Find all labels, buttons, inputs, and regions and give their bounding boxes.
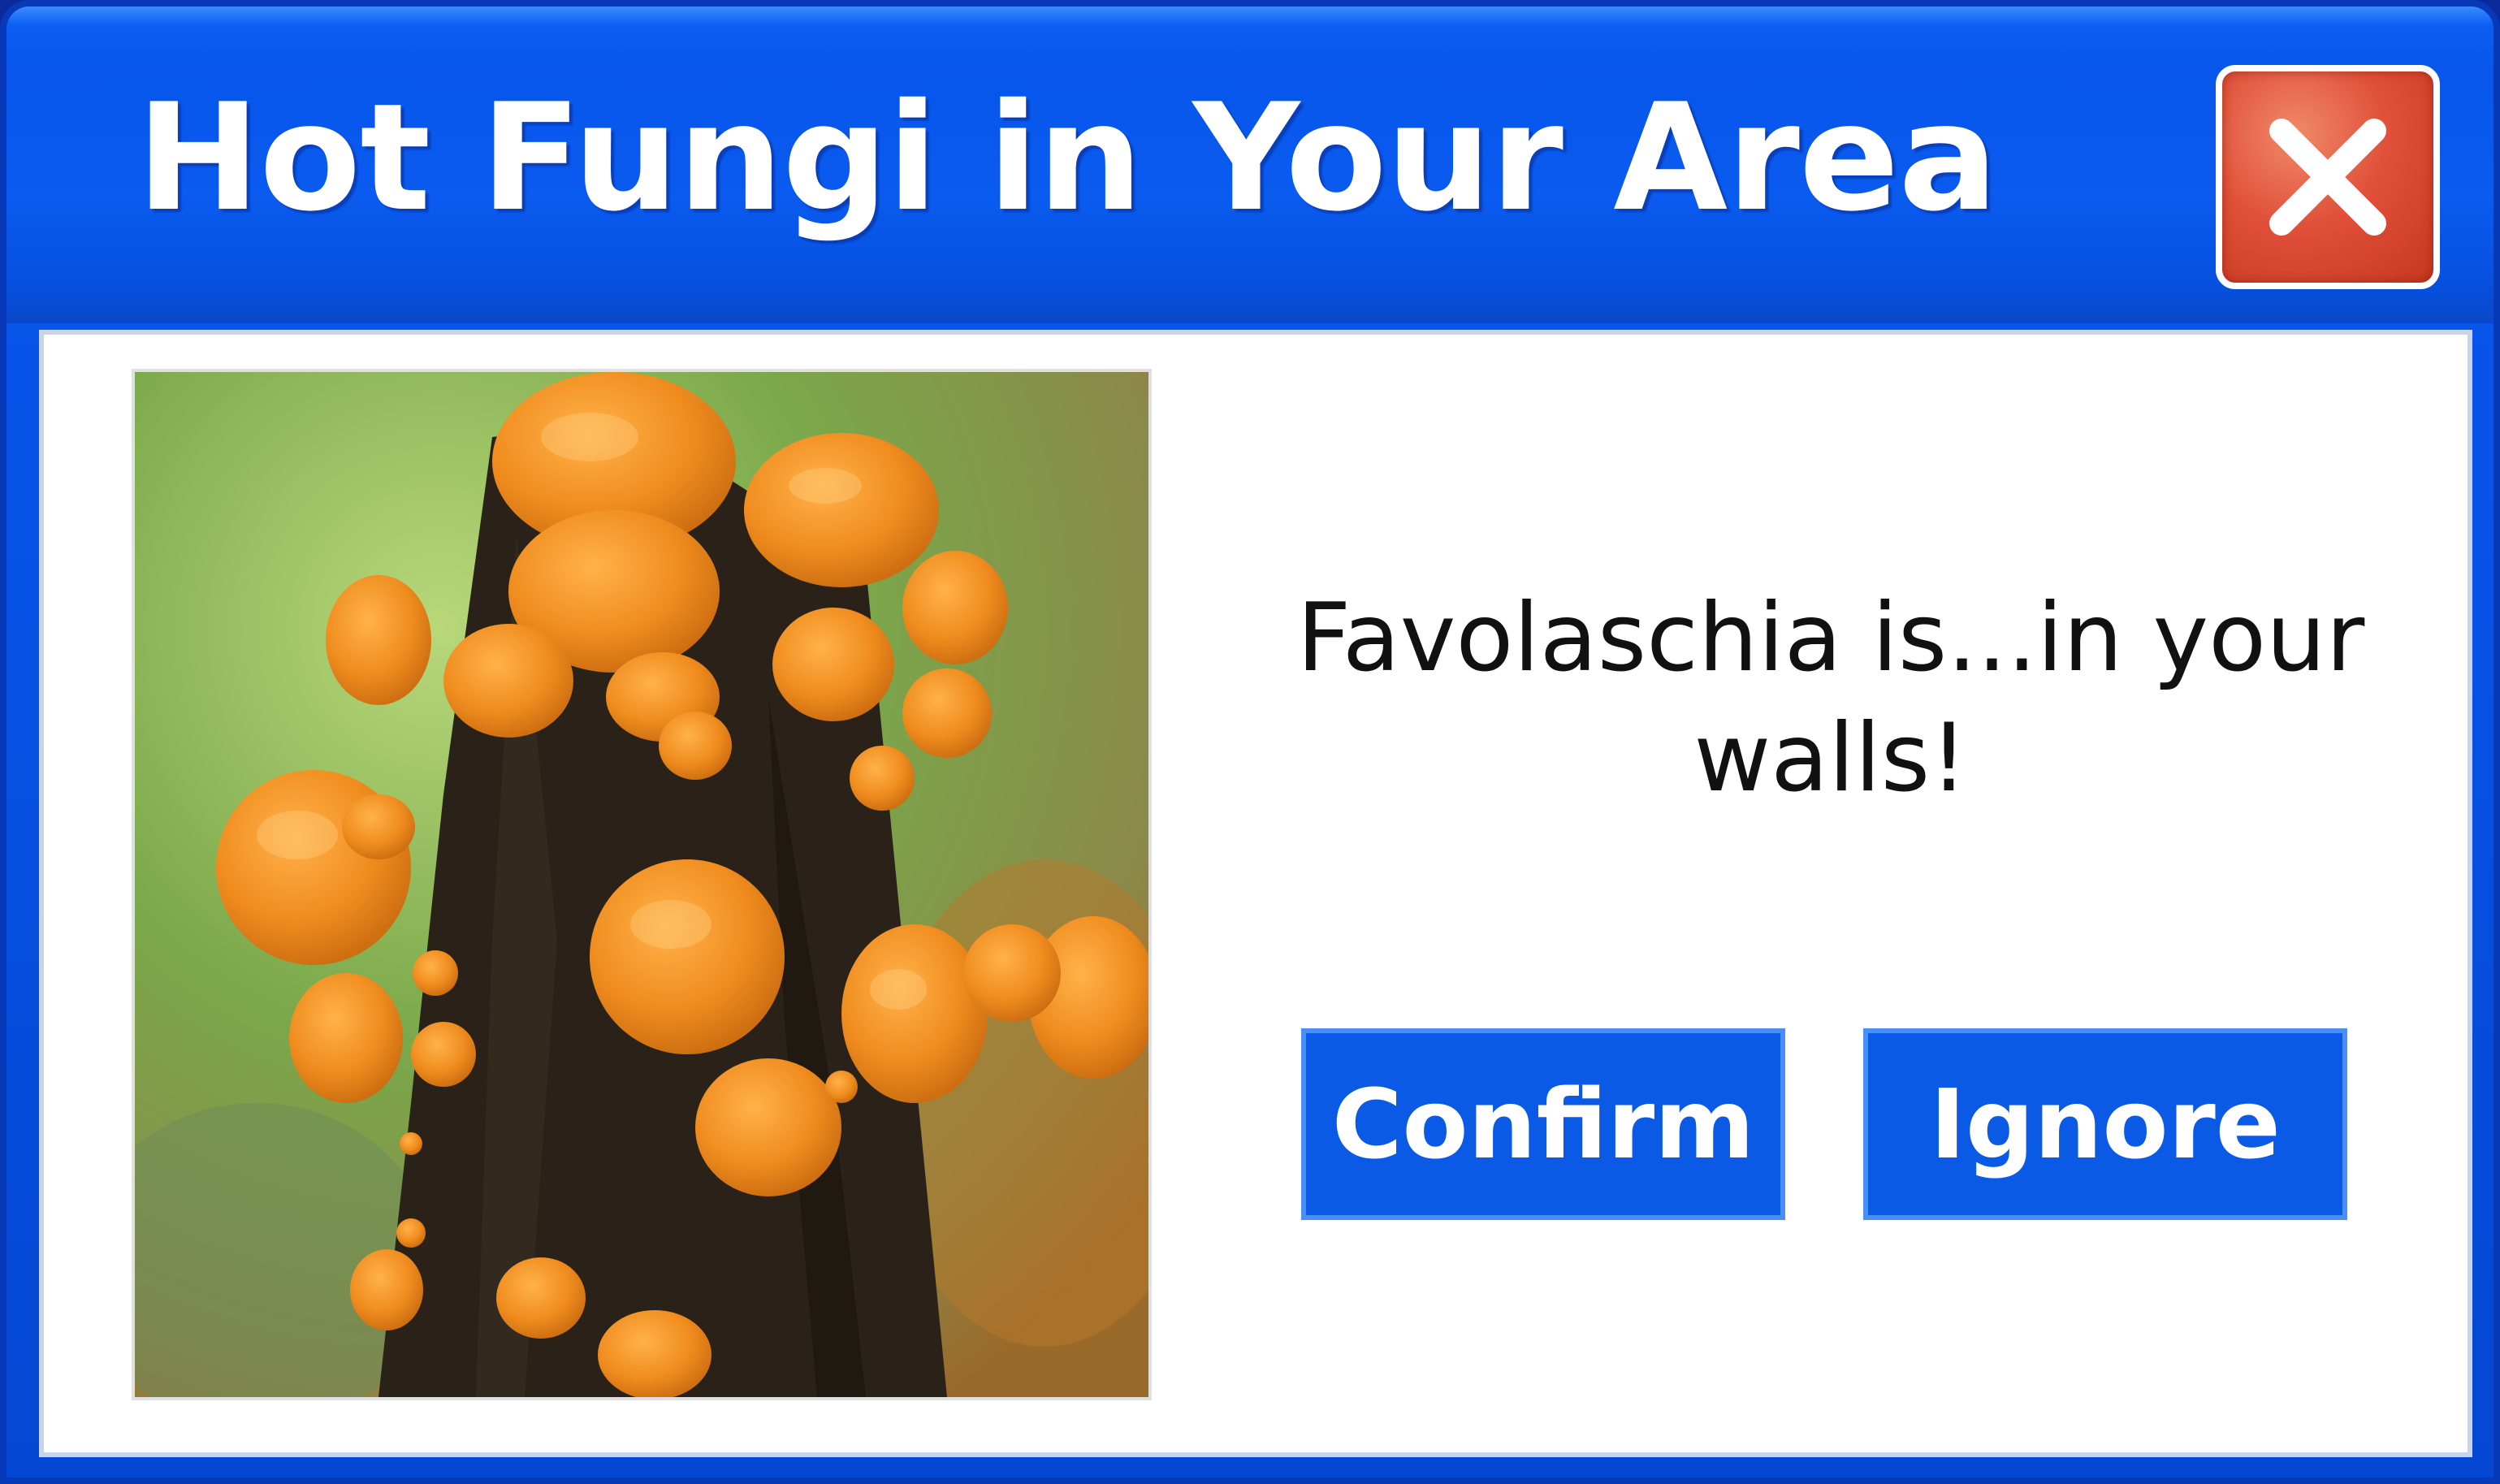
confirm-button[interactable]: Confirm xyxy=(1301,1028,1785,1220)
ignore-button[interactable]: Ignore xyxy=(1863,1028,2347,1220)
close-button[interactable] xyxy=(2216,65,2440,289)
window-title: Hot Fungi in Your Area xyxy=(136,71,1998,244)
fungi-photo xyxy=(132,369,1152,1400)
dialog-message: Favolaschia is...in your walls! xyxy=(1296,583,2365,813)
dialog-window: Hot Fungi in Your Area Favolaschia is...… xyxy=(0,0,2500,1484)
dialog-body: Favolaschia is...in your walls! Confirm … xyxy=(39,330,2472,1457)
title-bar[interactable]: Hot Fungi in Your Area xyxy=(6,6,2494,323)
close-icon xyxy=(2269,119,2386,236)
